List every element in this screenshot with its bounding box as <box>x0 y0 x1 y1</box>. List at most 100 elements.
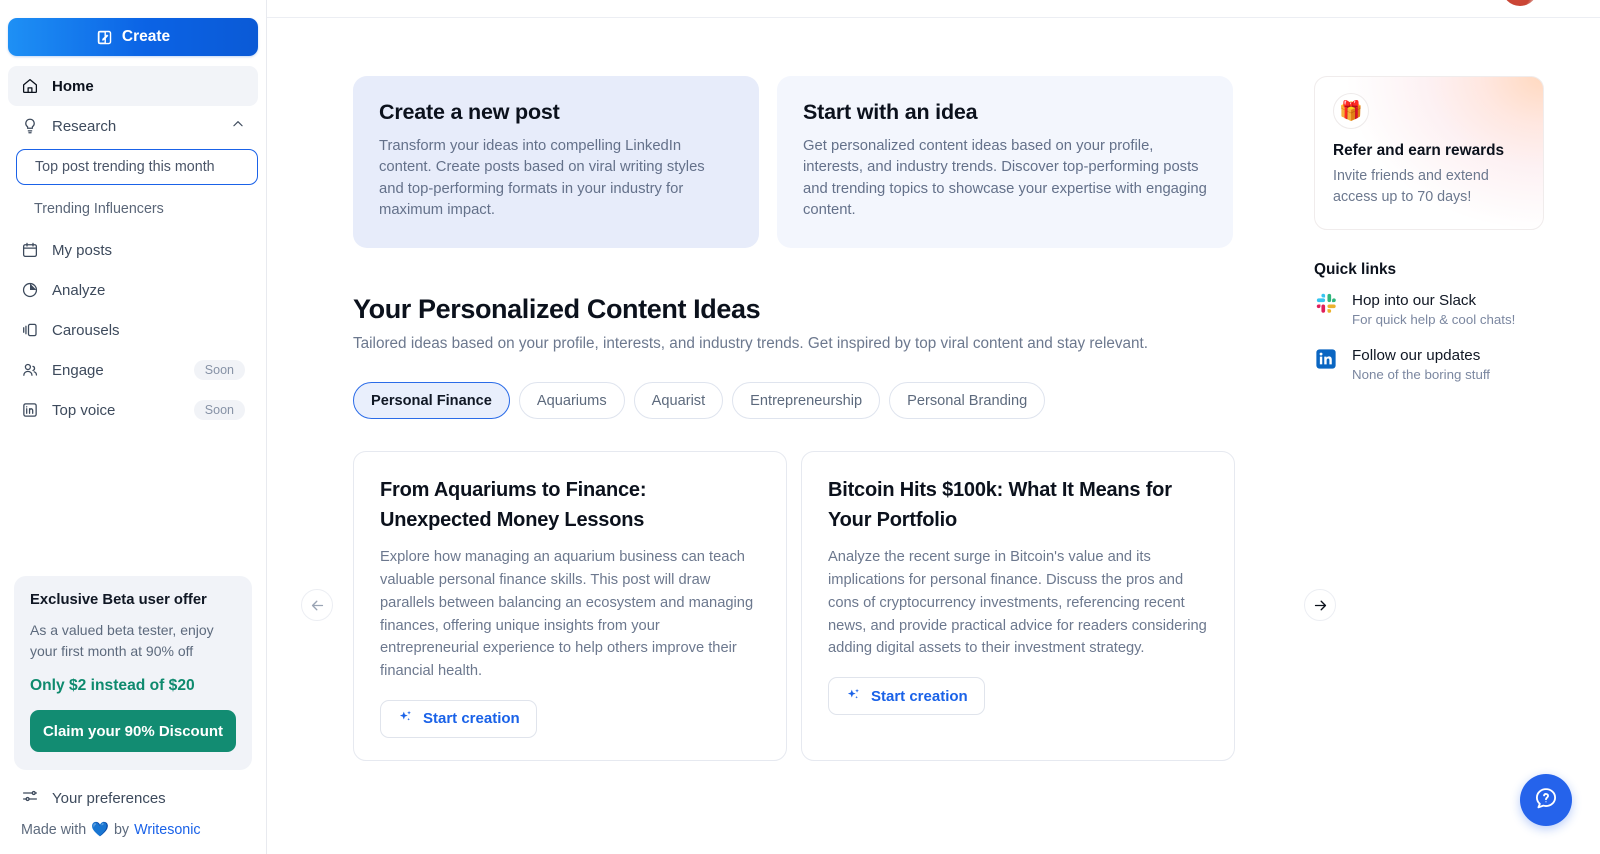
start-creation-label: Start creation <box>871 687 968 705</box>
sidebar-item-label: Research <box>52 117 117 135</box>
sidebar-subitem-label: Trending Influencers <box>34 201 164 217</box>
start-creation-button[interactable]: Start creation <box>828 677 985 716</box>
sliders-icon <box>21 787 39 809</box>
page-title: Your Personalized Content Ideas <box>353 293 761 324</box>
quick-link-linkedin[interactable]: Follow our updates None of the boring st… <box>1314 347 1544 382</box>
idea-card-title: From Aquariums to Finance: Unexpected Mo… <box>380 479 647 531</box>
home-icon <box>21 77 39 95</box>
quick-links-title: Quick links <box>1314 260 1397 278</box>
idea-card-title: Bitcoin Hits $100k: What It Means for Yo… <box>828 479 1172 531</box>
beta-offer-title: Exclusive Beta user offer <box>30 592 207 609</box>
heart-icon: 💙 <box>91 822 109 838</box>
soon-badge: Soon <box>193 400 245 420</box>
refer-and-earn-card[interactable]: 🎁 Refer and earn rewards Invite friends … <box>1314 76 1544 230</box>
start-with-an-idea-card[interactable]: Start with an idea Get personalized cont… <box>777 76 1233 248</box>
quick-link-desc: For quick help & cool chats! <box>1352 311 1516 327</box>
your-preferences-item[interactable]: Your preferences <box>8 780 258 816</box>
sidebar-item-my-posts[interactable]: My posts <box>8 230 258 270</box>
made-with-footer: Made with 💙 by Writesonic <box>8 816 258 854</box>
sidebar-item-research[interactable]: Research <box>8 106 258 146</box>
made-with-prefix: Made with <box>21 822 87 838</box>
sidebar-item-engage[interactable]: Engage Soon <box>8 350 258 390</box>
users-icon <box>21 361 39 379</box>
create-new-post-card[interactable]: Create a new post Transform your ideas i… <box>353 76 759 248</box>
sidebar-item-carousels[interactable]: Carousels <box>8 310 258 350</box>
start-creation-label: Start creation <box>423 710 520 728</box>
carousel-next-button[interactable] <box>1304 589 1336 622</box>
right-rail: 🎁 Refer and earn rewards Invite friends … <box>1300 18 1600 854</box>
center-column: Create a new post Transform your ideas i… <box>267 18 1336 854</box>
carousel-icon <box>21 321 39 339</box>
start-creation-button[interactable]: Start creation <box>380 699 537 738</box>
soon-badge: Soon <box>193 360 245 380</box>
sidebar: Create Home Research Top post trending t… <box>0 0 267 854</box>
sidebar-item-label: Engage <box>52 361 104 379</box>
idea-card-body: Explore how managing an aquarium busines… <box>380 549 754 680</box>
idea-card: Bitcoin Hits $100k: What It Means for Yo… <box>801 451 1235 761</box>
sidebar-item-label: Analyze <box>52 281 106 299</box>
quick-link-text: Hop into our Slack For quick help & cool… <box>1352 292 1515 327</box>
topic-pills: Personal Finance Aquariums Aquarist Entr… <box>353 382 1300 420</box>
main-area: Create a new post Transform your ideas i… <box>267 0 1600 854</box>
personalized-ideas-section: Your Personalized Content Ideas Tailored… <box>267 248 1336 761</box>
create-button[interactable]: Create <box>8 18 258 56</box>
sidebar-item-home[interactable]: Home <box>8 66 258 106</box>
sparkle-icon <box>845 686 862 707</box>
avatar[interactable] <box>1502 0 1538 6</box>
idea-card-body: Analyze the recent surge in Bitcoin's va… <box>828 549 1207 657</box>
sidebar-item-analyze[interactable]: Analyze <box>8 270 258 310</box>
top-bar <box>267 0 1600 18</box>
ideas-carousel: From Aquariums to Finance: Unexpected Mo… <box>301 451 1336 761</box>
sidebar-subitem-trending-influencers[interactable]: Trending Influencers <box>20 191 258 227</box>
beta-offer-subtitle: As a valued beta tester, enjoy your firs… <box>30 622 214 659</box>
topic-pill-personal-finance[interactable]: Personal Finance <box>353 382 510 420</box>
top-cards: Create a new post Transform your ideas i… <box>267 18 1300 248</box>
topic-pill-entrepreneurship[interactable]: Entrepreneurship <box>732 382 881 420</box>
card-title: Create a new post <box>379 100 560 124</box>
quick-link-slack[interactable]: Hop into our Slack For quick help & cool… <box>1314 292 1544 327</box>
lightbulb-icon <box>21 117 39 135</box>
idea-card: From Aquariums to Finance: Unexpected Mo… <box>353 451 787 761</box>
beta-offer-card: Exclusive Beta user offer As a valued be… <box>14 576 252 770</box>
sparkle-icon <box>397 708 414 729</box>
section-subtitle: Tailored ideas based on your profile, in… <box>353 334 1149 352</box>
carousel-prev-button[interactable] <box>301 589 333 622</box>
help-chat-icon <box>1533 785 1559 816</box>
topic-pill-personal-branding[interactable]: Personal Branding <box>889 382 1046 420</box>
app-root: Create Home Research Top post trending t… <box>0 0 1600 854</box>
sidebar-item-label: Top voice <box>52 401 116 419</box>
linkedin-icon <box>1314 347 1338 371</box>
compose-icon <box>96 29 113 46</box>
sidebar-subitem-top-post-trending[interactable]: Top post trending this month <box>16 149 258 185</box>
sidebar-item-label: My posts <box>52 241 113 259</box>
claim-discount-button[interactable]: Claim your 90% Discount <box>30 710 236 752</box>
sidebar-item-label: Home <box>52 77 94 95</box>
refer-card-title: Refer and earn rewards <box>1333 142 1505 159</box>
content-area: Create a new post Transform your ideas i… <box>267 18 1600 854</box>
topic-pill-aquarist[interactable]: Aquarist <box>633 382 724 420</box>
sidebar-item-label: Carousels <box>52 321 120 339</box>
card-body: Get personalized content ideas based on … <box>803 138 1207 219</box>
help-button[interactable] <box>1520 774 1572 826</box>
create-button-label: Create <box>121 28 171 45</box>
made-with-mid: by <box>113 822 130 838</box>
quick-link-text: Follow our updates None of the boring st… <box>1352 347 1490 382</box>
card-body: Transform your ideas into compelling Lin… <box>379 138 705 219</box>
refer-card-subtitle: Invite friends and extend access up to 7… <box>1333 168 1489 206</box>
pie-chart-icon <box>21 281 39 299</box>
slack-icon <box>1314 292 1338 316</box>
your-preferences-label: Your preferences <box>52 789 166 807</box>
calendar-icon <box>21 241 39 259</box>
topic-pill-aquariums[interactable]: Aquariums <box>518 382 625 420</box>
gift-icon: 🎁 <box>1333 93 1369 129</box>
idea-cards-row: From Aquariums to Finance: Unexpected Mo… <box>353 451 1300 761</box>
chevron-up-icon[interactable] <box>231 117 245 135</box>
sidebar-subitem-label: Top post trending this month <box>35 159 215 175</box>
card-title: Start with an idea <box>803 100 978 124</box>
sidebar-item-top-voice[interactable]: Top voice Soon <box>8 390 258 430</box>
linkedin-icon <box>21 401 39 419</box>
writesonic-link[interactable]: Writesonic <box>134 822 200 838</box>
quick-link-name: Hop into our Slack <box>1352 291 1477 309</box>
quick-link-desc: None of the boring stuff <box>1352 366 1490 382</box>
